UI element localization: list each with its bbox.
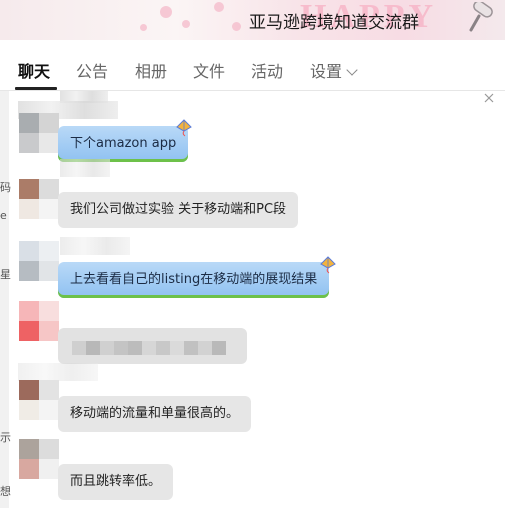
petal-decoration (182, 20, 190, 28)
group-title: 亚马逊跨境知道交流群 (249, 13, 419, 33)
pin-icon[interactable] (467, 2, 501, 34)
edge-glyph: 码 (0, 181, 11, 194)
edge-glyph: e (0, 209, 7, 222)
tab-files[interactable]: 文件 (193, 58, 225, 82)
blurred-nickname (18, 363, 98, 381)
avatar[interactable] (19, 380, 59, 420)
tab-settings[interactable]: 设置 (310, 58, 358, 82)
active-tab-indicator (15, 87, 57, 90)
kite-icon (320, 256, 336, 274)
close-icon[interactable] (484, 93, 494, 103)
avatar[interactable] (19, 439, 59, 479)
blurred-nickname (60, 159, 110, 177)
edge-glyph: 想 (0, 485, 11, 498)
petal-decoration (232, 22, 241, 31)
message-bubble[interactable]: 我们公司做过实验 关于移动端和PC段 (58, 192, 299, 228)
left-edge-panel: - 码 e 星 示 想 (0, 91, 11, 508)
message-bubble[interactable]: 下个amazon app (58, 126, 189, 162)
petal-decoration (160, 6, 172, 18)
edge-glyph: 示 (0, 431, 11, 444)
tab-activity[interactable]: 活动 (251, 58, 283, 82)
chevron-down-icon (346, 64, 358, 76)
chat-message-area[interactable]: - 码 e 星 示 想 下个amazon app 我们公司做过实验 关于移动端和… (0, 91, 505, 508)
avatar[interactable] (19, 241, 59, 281)
tab-settings-label: 设置 (310, 62, 343, 81)
petal-decoration (214, 2, 224, 12)
tab-bar: 聊天 公告 相册 文件 活动 设置 (0, 40, 505, 91)
avatar[interactable] (19, 113, 59, 153)
petal-decoration (140, 24, 147, 31)
avatar[interactable] (19, 179, 59, 219)
edge-glyph: 星 (0, 268, 11, 281)
tab-album[interactable]: 相册 (135, 58, 167, 82)
message-bubble[interactable]: 而且跳转率低。 (58, 464, 174, 500)
message-bubble[interactable]: 移动端的流量和单量很高的。 (58, 396, 252, 432)
group-banner: HAPPY 亚马逊跨境知道交流群 (0, 0, 505, 40)
blurred-content (72, 341, 226, 355)
avatar[interactable] (19, 301, 59, 341)
tab-chat[interactable]: 聊天 (18, 58, 50, 82)
blurred-nickname (60, 237, 130, 255)
tab-notice[interactable]: 公告 (76, 58, 108, 82)
kite-icon (176, 119, 192, 137)
message-bubble[interactable]: 上去看看自己的listing在移动端的展现结果 (58, 262, 330, 298)
